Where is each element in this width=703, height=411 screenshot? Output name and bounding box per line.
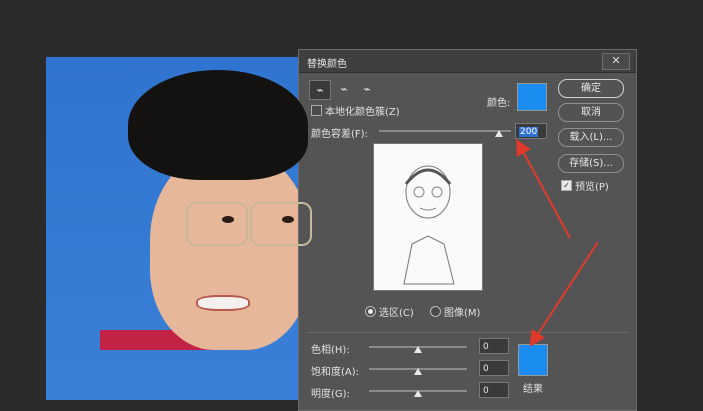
arrow-to-fuzziness xyxy=(516,138,571,239)
arrow-to-result xyxy=(529,241,599,347)
photo-eye-right xyxy=(282,216,294,223)
photo-hair xyxy=(128,70,308,180)
photo-glasses-left xyxy=(186,202,248,246)
photo-eye-left xyxy=(222,216,234,223)
photo-mouth xyxy=(196,295,250,311)
annotation-arrows xyxy=(516,138,599,347)
photo-glasses-right xyxy=(250,202,312,246)
